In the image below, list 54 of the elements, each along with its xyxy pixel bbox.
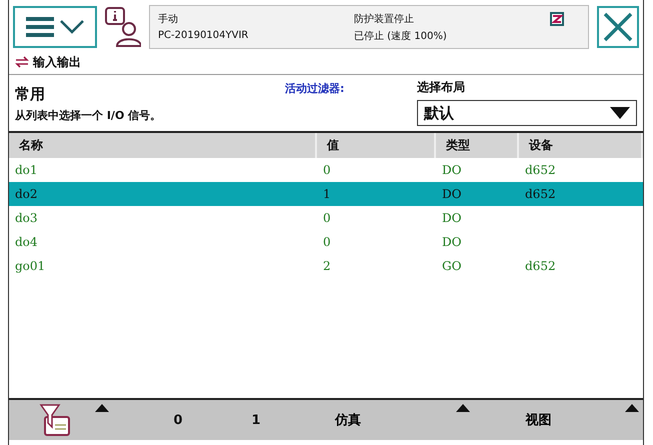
table-cell-text: do4 — [14, 235, 39, 249]
caret-icon — [625, 404, 639, 412]
table-cell-text: d652 — [524, 163, 557, 177]
layout-label: 选择布局 — [417, 79, 466, 96]
table-cell-text: GO — [441, 259, 462, 273]
menu-icon — [26, 17, 54, 37]
window-title: 输入输出 — [33, 54, 81, 70]
run-state: 已停止 (速度 100%) — [354, 30, 448, 42]
controller-name: PC-20190104YVIR — [158, 30, 250, 41]
safety-status: 防护装置停止 — [354, 12, 415, 26]
column-header[interactable]: 名称 — [9, 133, 317, 158]
toolbar-menu-button[interactable]: 仿真 — [335, 411, 361, 429]
column-header[interactable]: 设备 — [519, 133, 643, 158]
toolbar-value: 0 — [173, 412, 183, 428]
table-cell-text: DO — [441, 211, 462, 225]
layout-dropdown[interactable]: 默认 — [417, 100, 637, 126]
signal-row[interactable]: go01 2 GO d652 — [9, 254, 643, 278]
toolbar-value: 1 — [251, 412, 261, 428]
toolbar-menu-button[interactable]: 视图 — [526, 411, 552, 429]
event-log-icon[interactable] — [105, 7, 141, 47]
dropdown-arrow-icon — [610, 107, 630, 119]
table-cell-text: 1 — [322, 187, 332, 201]
signal-row[interactable]: do2 1 DO d652 — [9, 182, 643, 206]
io-icon — [15, 56, 29, 68]
instruction-text: 从列表中选择一个 I/O 信号。 — [15, 108, 162, 123]
signal-row[interactable]: do3 0 DO — [9, 206, 643, 230]
table-cell-text: do2 — [14, 187, 39, 201]
table-cell-text: 0 — [322, 235, 332, 249]
caret-icon — [95, 404, 109, 412]
chevron-down-icon — [60, 20, 84, 34]
table-cell-text: go01 — [14, 259, 46, 273]
table-cell-text: DO — [441, 235, 462, 249]
column-header[interactable]: 类型 — [436, 133, 519, 158]
table-cell-text: d652 — [524, 187, 557, 201]
table-cell-text: 0 — [322, 163, 332, 177]
signal-row[interactable]: do1 0 DO d652 — [9, 158, 643, 182]
close-button[interactable] — [597, 6, 639, 48]
filter-icon[interactable] — [39, 403, 71, 437]
category-label: 常用 — [15, 85, 46, 104]
column-header[interactable]: 值 — [317, 133, 436, 158]
operating-mode: 手动 — [158, 12, 179, 26]
table-cell-text: do3 — [14, 211, 39, 225]
main-menu-button[interactable] — [13, 6, 97, 48]
table-cell-text: DO — [441, 163, 462, 177]
status-icon — [550, 12, 564, 26]
table-cell-text: 2 — [322, 259, 332, 273]
table-cell-text: d652 — [524, 259, 557, 273]
caret-icon — [456, 404, 470, 412]
signal-row[interactable]: do4 0 DO — [9, 230, 643, 254]
table-cell-text: 0 — [322, 211, 332, 225]
close-icon — [603, 12, 633, 42]
table-cell-text: do1 — [14, 163, 39, 177]
table-cell-text: DO — [441, 187, 462, 201]
active-filter-label: 活动过滤器: — [285, 81, 346, 96]
